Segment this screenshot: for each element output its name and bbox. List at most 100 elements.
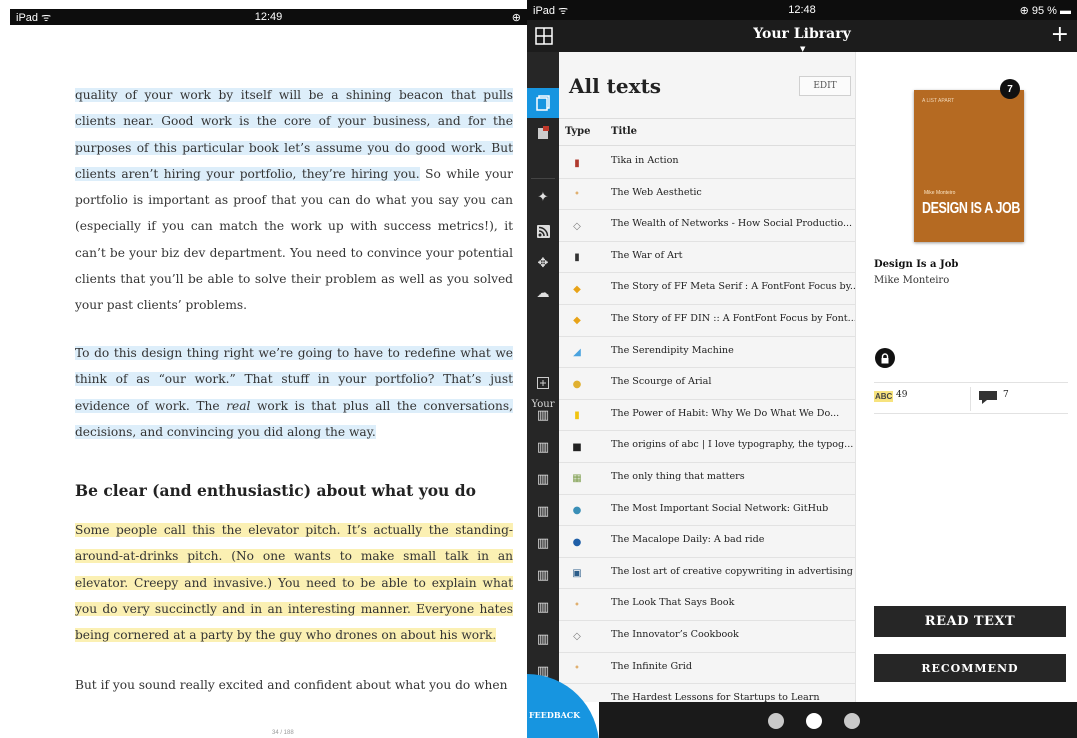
rss-icon[interactable] — [527, 216, 559, 246]
text-thumbnail-icon: ◇ — [573, 631, 581, 643]
compass-icon[interactable]: ✥ — [527, 248, 559, 278]
text-title: The Scourge of Arial — [611, 376, 712, 388]
text-thumbnail-icon: ▮ — [574, 157, 580, 169]
text-thumbnail-icon: ● — [572, 505, 582, 517]
text-thumbnail-icon: ◇ — [573, 220, 581, 232]
trash-icon[interactable]: ▥ — [527, 560, 559, 590]
all-texts-icon[interactable] — [527, 88, 559, 118]
highlights-count[interactable]: 49 — [896, 390, 907, 400]
trash-icon[interactable]: ▥ — [527, 464, 559, 494]
highlighted-passage[interactable]: Some people call this the elevator pitch… — [75, 523, 513, 643]
text-detail-pane: A LIST APART Mike Monteiro DESIGN IS A J… — [855, 52, 1077, 702]
text-title: The Most Important Social Network: GitHu… — [611, 502, 829, 514]
trash-icon[interactable]: ▥ — [527, 400, 559, 430]
page-dot[interactable] — [806, 713, 822, 729]
edit-button[interactable]: EDIT — [799, 76, 851, 96]
trash-icon[interactable]: ▥ — [527, 432, 559, 462]
list-item[interactable]: ■ The origins of abc | I love typography,… — [559, 431, 855, 463]
emphasis-text: real — [226, 398, 251, 413]
cover-title: DESIGN IS A JOB — [922, 200, 1020, 217]
status-time: 12:48 — [788, 4, 816, 16]
reader-status-bar: iPad ᯤ 12:49 ⊕ — [10, 9, 527, 25]
reader-paragraph[interactable]: To do this design thing right we’re goin… — [75, 340, 513, 445]
column-title-header[interactable]: Title — [611, 126, 637, 137]
list-item[interactable]: •The Hardest Lessons for Startups to Lea… — [559, 684, 855, 702]
library-top-bar: Your Library ▼ + — [527, 20, 1077, 53]
device-label: iPad ᯤ — [16, 11, 52, 24]
list-item[interactable]: ◆ The Story of FF Meta Serif : A FontFont… — [559, 273, 855, 305]
text-thumbnail-icon: ▦ — [572, 473, 582, 485]
library-title[interactable]: Your Library — [527, 26, 1077, 42]
text-thumbnail-icon: ▣ — [572, 568, 582, 580]
text-thumbnail-icon: ▮ — [574, 252, 580, 264]
text-title: The Story of FF Meta Serif : A FontFont … — [611, 281, 855, 293]
text-title: The Look That Says Book — [611, 597, 735, 609]
recommend-button[interactable]: RECOMMEND — [874, 654, 1066, 682]
text-title: The origins of abc | I love typography, … — [611, 439, 854, 451]
list-item[interactable]: ◆ The Story of FF DIN :: A FontFont Focus… — [559, 305, 855, 337]
status-indicator: ⊕ — [511, 11, 521, 24]
reader-paragraph[interactable]: Some people call this the elevator pitch… — [75, 517, 513, 648]
text-title: The War of Art — [611, 249, 683, 261]
section-heading: Be clear (and enthusiastic) about what y… — [75, 481, 476, 500]
text-thumbnail-icon: ● — [572, 378, 582, 390]
text-title: The Story of FF DIN :: A FontFont Focus … — [611, 312, 855, 324]
status-time: 12:49 — [254, 11, 283, 23]
comments-count[interactable]: 7 — [1003, 390, 1009, 400]
list-column-header: Type Title — [559, 118, 855, 146]
column-type-header[interactable]: Type — [565, 126, 591, 137]
device-label: iPad ᯤ — [533, 4, 569, 17]
text-stats: ABC 49 7 — [874, 382, 1068, 414]
reader-paragraph: But if you sound really excited and conf… — [75, 678, 508, 692]
text-title: Tika in Action — [611, 155, 679, 166]
list-item[interactable]: ◇ The Wealth of Networks - How Social Pro… — [559, 210, 855, 242]
text-title: The Macalope Daily: A bad ride — [611, 534, 765, 546]
list-item[interactable]: ▣ The lost art of creative copywriting in… — [559, 558, 855, 590]
sidebar-divider — [531, 178, 555, 179]
read-text-button[interactable]: READ TEXT — [874, 606, 1066, 637]
list-item[interactable]: ▮ The War of Art — [559, 242, 855, 274]
text-title: The only thing that matters — [611, 470, 745, 482]
reader-paragraph[interactable]: quality of your work by itself will be a… — [75, 82, 513, 319]
paragraph-text: So while your portfolio is important as … — [75, 166, 513, 313]
highlights-icon: ABC — [874, 391, 894, 402]
text-title: The Wealth of Networks - How Social Prod… — [611, 218, 853, 230]
list-item[interactable]: ● The Scourge of Arial — [559, 368, 855, 400]
list-item[interactable]: ▦ The only thing that matters — [559, 463, 855, 495]
list-item[interactable]: • The Infinite Grid — [559, 653, 855, 685]
text-title: The Infinite Grid — [611, 660, 692, 672]
battery-indicator: ⊕ 95 % ▬ — [1019, 4, 1071, 17]
documents-icon[interactable] — [527, 118, 559, 148]
texts-list-pane: All texts EDIT Type Title ▮ Tika in Actio… — [559, 52, 855, 702]
text-thumbnail-icon: ◢ — [573, 347, 581, 359]
text-thumbnail-icon: • — [574, 599, 580, 611]
list-item[interactable]: ▮ The Power of Habit: Why We Do What We D… — [559, 400, 855, 432]
text-thumbnail-icon: • — [574, 189, 580, 201]
list-item[interactable]: ● The Most Important Social Network: GitH… — [559, 495, 855, 527]
dropbox-icon[interactable]: ✦ — [527, 182, 559, 212]
add-button[interactable]: + — [1051, 22, 1069, 48]
list-item[interactable]: ◢ The Serendipity Machine — [559, 337, 855, 369]
text-title: The Power of Habit: Why We Do What We Do… — [611, 407, 840, 419]
page-dot[interactable] — [844, 713, 860, 729]
cover-publisher: A LIST APART — [922, 98, 955, 104]
list-item[interactable]: ◇ The Innovator’s Cookbook — [559, 621, 855, 653]
list-item[interactable]: ● The Macalope Daily: A bad ride — [559, 526, 855, 558]
reader-screen: iPad ᯤ 12:49 ⊕ quality of your work by i… — [0, 0, 527, 738]
list-item[interactable]: • The Look That Says Book — [559, 589, 855, 621]
trash-icon[interactable]: ▥ — [527, 496, 559, 526]
cloud-icon[interactable]: ☁ — [527, 278, 559, 308]
text-title: The Web Aesthetic — [611, 186, 702, 198]
text-thumbnail-icon: ◆ — [573, 315, 581, 327]
trash-icon[interactable]: ▥ — [527, 528, 559, 558]
lock-icon[interactable] — [875, 348, 895, 368]
list-item[interactable]: • The Web Aesthetic — [559, 179, 855, 211]
page-dot[interactable] — [768, 713, 784, 729]
list-item[interactable]: ▮ Tika in Action — [559, 147, 855, 179]
trash-icon[interactable]: ▥ — [527, 592, 559, 622]
add-collection-icon[interactable] — [527, 368, 559, 398]
trash-icon[interactable]: ▥ — [527, 624, 559, 654]
page-control-bar — [599, 702, 1077, 738]
book-cover[interactable]: A LIST APART Mike Monteiro DESIGN IS A J… — [914, 90, 1024, 242]
highlighted-passage[interactable]: To do this design thing right we’re goin… — [75, 346, 513, 439]
